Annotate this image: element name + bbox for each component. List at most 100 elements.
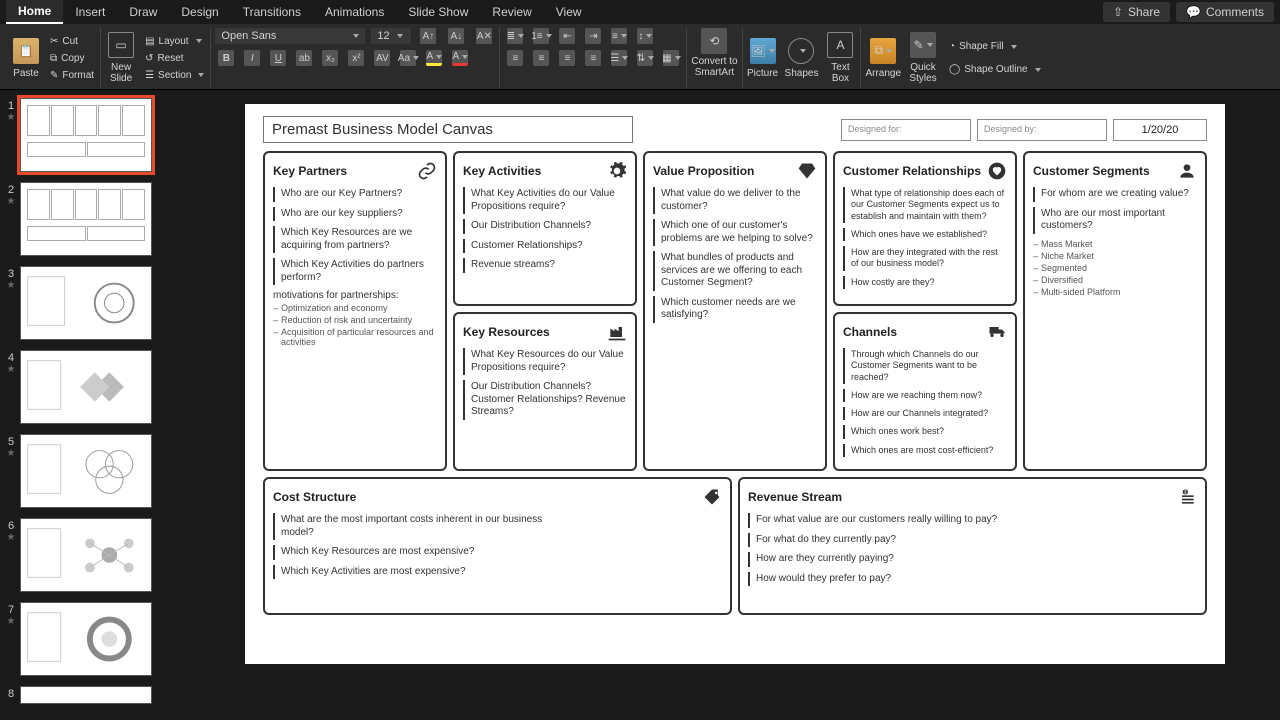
card-value-proposition[interactable]: Value Proposition What value do we deliv… — [643, 151, 827, 471]
tab-animations[interactable]: Animations — [313, 1, 396, 23]
cut-button[interactable]: ✂Cut — [48, 35, 96, 48]
slide-title[interactable]: Premast Business Model Canvas — [263, 116, 633, 143]
designed-for-field[interactable]: Designed for: — [841, 119, 971, 141]
tab-view[interactable]: View — [544, 1, 594, 23]
cut-icon: ✂ — [50, 36, 58, 47]
card-customer-relationships[interactable]: Customer Relationships What type of rela… — [833, 151, 1017, 306]
numbering-icon[interactable]: 1≡ — [533, 28, 549, 44]
designed-by-field[interactable]: Designed by: — [977, 119, 1107, 141]
shape-outline-button[interactable]: ◯Shape Outline — [947, 63, 1043, 76]
thumb-2[interactable]: 2★ — [2, 182, 186, 256]
shrink-font-icon[interactable]: A↓ — [448, 28, 464, 44]
paste-label[interactable]: Paste — [13, 68, 39, 79]
date-field[interactable]: 1/20/20 — [1113, 119, 1207, 141]
tab-insert[interactable]: Insert — [63, 1, 117, 23]
section-icon: ☰ — [145, 70, 154, 81]
cell-margin-icon[interactable]: ▦ — [663, 50, 679, 66]
card-revenue-stream[interactable]: Revenue Stream $ For what value are our … — [738, 477, 1207, 615]
tab-home[interactable]: Home — [6, 0, 63, 24]
group-clipboard: 📋 Paste ✂Cut ⧉Copy ✎Format — [6, 28, 101, 88]
share-icon: ⇧ — [1113, 5, 1123, 19]
outline-icon: ◯ — [949, 64, 960, 75]
picture-icon[interactable]: 🖼 — [750, 38, 776, 64]
strike-icon[interactable]: ab — [296, 50, 312, 66]
person-icon — [1177, 161, 1197, 181]
align-center-icon[interactable]: ≡ — [533, 50, 549, 66]
group-smartart: ⟲ Convert to SmartArt — [687, 28, 742, 88]
share-button[interactable]: ⇧Share — [1103, 2, 1170, 22]
case-icon[interactable]: Aa — [400, 50, 416, 66]
quick-styles-icon[interactable]: ✎ — [910, 32, 936, 58]
indent-icon[interactable]: ⇥ — [585, 28, 601, 44]
font-color-icon[interactable]: A — [452, 50, 468, 66]
link-icon — [417, 161, 437, 181]
group-insert: 🖼 Picture Shapes A Text Box — [743, 28, 862, 88]
align-right-icon[interactable]: ≡ — [559, 50, 575, 66]
tab-review[interactable]: Review — [480, 1, 543, 23]
justify-icon[interactable]: ≡ — [585, 50, 601, 66]
card-customer-segments[interactable]: Customer Segments For whom are we creati… — [1023, 151, 1207, 471]
tab-draw[interactable]: Draw — [117, 1, 169, 23]
clear-format-icon[interactable]: A✕ — [476, 28, 492, 44]
align-left-icon[interactable]: ≡ — [507, 50, 523, 66]
new-slide-icon[interactable]: ▭ — [108, 32, 134, 58]
copy-button[interactable]: ⧉Copy — [48, 52, 96, 65]
slide-canvas[interactable]: Premast Business Model Canvas Designed f… — [190, 90, 1280, 720]
tab-design[interactable]: Design — [169, 1, 230, 23]
thumb-7[interactable]: 7★ — [2, 602, 186, 676]
arrange-icon[interactable]: ⧉ — [870, 38, 896, 64]
thumb-6[interactable]: 6★ — [2, 518, 186, 592]
underline-icon[interactable]: U — [270, 50, 286, 66]
thumb-3[interactable]: 3★ — [2, 266, 186, 340]
tab-slideshow[interactable]: Slide Show — [396, 1, 480, 23]
card-key-resources[interactable]: Key Resources What Key Resources do our … — [453, 312, 637, 471]
tag-icon — [702, 487, 722, 507]
paste-icon[interactable]: 📋 — [13, 38, 39, 64]
font-size-dropdown[interactable]: 12 — [371, 28, 411, 44]
subscript-icon[interactable]: x₂ — [322, 50, 338, 66]
grow-font-icon[interactable]: A↑ — [420, 28, 436, 44]
text-direction-icon[interactable]: ↕ — [637, 28, 653, 44]
factory-icon — [607, 322, 627, 342]
group-arrange: ⧉ Arrange ✎ Quick Styles ◔Shape Fill ◯Sh… — [861, 28, 1046, 88]
group-slides: ▭ New Slide ▤Layout ↺Reset ☰Section — [101, 28, 211, 88]
font-family-dropdown[interactable]: Open Sans — [215, 28, 365, 44]
card-key-partners[interactable]: Key Partners Who are our Key Partners? W… — [263, 151, 447, 471]
highlight-icon[interactable]: AV — [374, 50, 390, 66]
fill-icon: ◔ — [949, 41, 955, 52]
align-text-icon[interactable]: ⇅ — [637, 50, 653, 66]
card-channels[interactable]: Channels Through which Channels do our C… — [833, 312, 1017, 471]
shapes-icon[interactable] — [788, 38, 814, 64]
layout-button[interactable]: ▤Layout — [143, 35, 206, 48]
bullets-icon[interactable]: ≣ — [507, 28, 523, 44]
new-slide-label[interactable]: New Slide — [110, 62, 132, 84]
thumb-4[interactable]: 4★ — [2, 350, 186, 424]
slide-thumbnail-panel[interactable]: 1★ 2★ 3★ 4★ 5★ 6★ 7★ 8 — [0, 90, 190, 720]
money-icon: $ — [1177, 487, 1197, 507]
section-button[interactable]: ☰Section — [143, 69, 206, 82]
text-highlight-icon[interactable]: A — [426, 50, 442, 66]
reset-icon: ↺ — [145, 53, 153, 64]
shape-fill-button[interactable]: ◔Shape Fill — [947, 40, 1043, 53]
tab-transitions[interactable]: Transitions — [231, 1, 313, 23]
columns-icon[interactable]: ☰ — [611, 50, 627, 66]
card-key-activities[interactable]: Key Activities What Key Activities do ou… — [453, 151, 637, 306]
card-cost-structure[interactable]: Cost Structure What are the most importa… — [263, 477, 732, 615]
line-spacing-icon[interactable]: ≡ — [611, 28, 627, 44]
smartart-icon[interactable]: ⟲ — [701, 28, 727, 54]
superscript-icon[interactable]: x² — [348, 50, 364, 66]
thumb-5[interactable]: 5★ — [2, 434, 186, 508]
thumb-1[interactable]: 1★ — [2, 98, 186, 172]
thumb-8[interactable]: 8 — [2, 686, 186, 704]
reset-button[interactable]: ↺Reset — [143, 52, 206, 65]
bold-icon[interactable]: B — [218, 50, 234, 66]
textbox-icon[interactable]: A — [827, 32, 853, 58]
italic-icon[interactable]: I — [244, 50, 260, 66]
smartart-label[interactable]: Convert to SmartArt — [691, 56, 737, 78]
gear-icon — [607, 161, 627, 181]
comments-button[interactable]: 💬Comments — [1176, 2, 1274, 22]
format-button[interactable]: ✎Format — [48, 69, 96, 82]
slide-content[interactable]: Premast Business Model Canvas Designed f… — [245, 104, 1225, 664]
format-icon: ✎ — [50, 70, 58, 81]
outdent-icon[interactable]: ⇤ — [559, 28, 575, 44]
